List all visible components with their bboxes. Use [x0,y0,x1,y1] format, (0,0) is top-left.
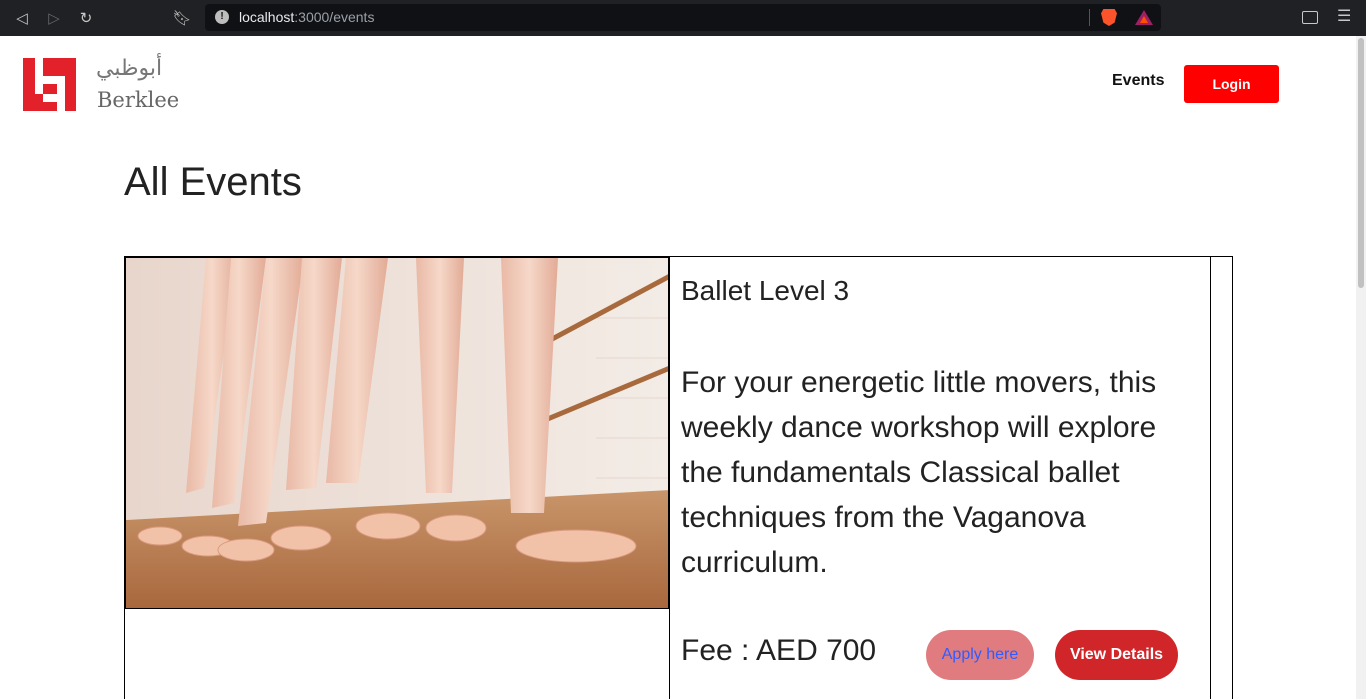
apply-button[interactable]: Apply here [926,630,1034,680]
event-card: Ballet Level 3 For your energetic little… [124,256,1233,699]
logo-name: Berklee [97,88,180,112]
page-title: All Events [124,160,302,204]
event-info: Ballet Level 3 For your energetic little… [669,257,1211,699]
event-image [125,257,669,609]
brave-rewards-icon[interactable] [1135,10,1153,25]
divider [1089,9,1090,26]
site-info-icon[interactable]: ! [215,10,229,24]
wallet-icon[interactable] [1302,11,1318,24]
browser-toolbar: ◁ ▷ ↻ 🔖︎ ! localhost:3000/events ☰ [0,0,1366,36]
bookmark-icon[interactable]: 🔖︎ [172,8,192,28]
address-bar[interactable]: ! localhost:3000/events [205,4,1161,31]
logo-arabic-text: أبوظبي [96,56,163,81]
login-button[interactable]: Login [1184,65,1279,103]
page-scrollbar[interactable] [1356,36,1366,699]
brave-shields-icon[interactable] [1101,9,1117,26]
back-icon[interactable]: ◁ [12,8,32,28]
view-details-button[interactable]: View Details [1055,630,1178,680]
url-text[interactable]: localhost:3000/events [239,9,374,25]
reload-icon[interactable]: ↻ [76,8,96,28]
menu-icon[interactable]: ☰ [1337,9,1351,25]
event-name: Ballet Level 3 [681,275,850,306]
page-content: أبوظبي Berklee Events Login All Events B… [0,36,1356,699]
nav-events-link[interactable]: Events [1112,72,1164,90]
event-description: For your energetic little movers, this w… [681,366,1157,579]
berklee-logo-icon[interactable] [23,58,76,111]
ballet-photo [126,258,668,608]
forward-icon[interactable]: ▷ [44,8,64,28]
event-fee: Fee : AED 700 [681,634,877,667]
scrollbar-thumb[interactable] [1358,38,1364,288]
